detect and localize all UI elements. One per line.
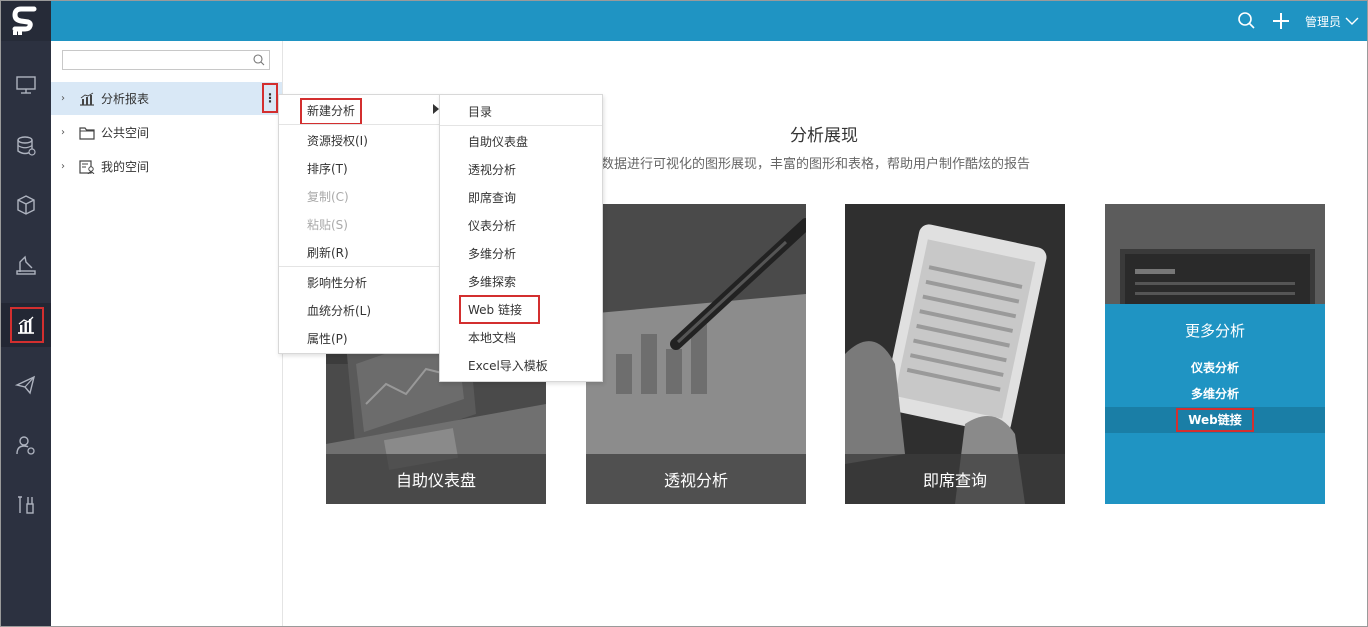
app-window: 管理员 › 分析报表 ⋮ › 公共空间 › 我的空间 分析展现 数据进行可视化的…: [0, 0, 1368, 627]
submenu-item-olap-analysis[interactable]: 多维分析: [468, 240, 516, 268]
logo-icon: [12, 6, 37, 35]
rail-item-monitor[interactable]: [1, 63, 51, 107]
rail-item-publish[interactable]: [1, 363, 51, 407]
top-bar: 管理员: [1, 1, 1367, 41]
paper-plane-icon: [15, 375, 36, 395]
context-menu: 新建分析 资源授权(I) 排序(T) 复制(C) 粘贴(S) 刷新(R) 影响性…: [278, 94, 441, 354]
submenu-item-ad-hoc-query[interactable]: 即席查询: [468, 184, 516, 212]
rail-item-database[interactable]: [1, 124, 51, 168]
rail-item-design[interactable]: [1, 243, 51, 287]
tools-icon: [18, 496, 34, 514]
submenu-item-local-document[interactable]: 本地文档: [468, 324, 516, 352]
new-analysis-submenu: 目录 自助仪表盘 透视分析 即席查询 仪表分析 多维分析 多维探索 Web 链接…: [439, 94, 603, 382]
cube-icon: [17, 195, 35, 215]
chevron-down-icon[interactable]: [1345, 14, 1359, 28]
menu-item-grant[interactable]: 资源授权(I): [307, 127, 368, 155]
card-caption: 自助仪表盘: [326, 454, 546, 504]
menu-item-paste: 粘贴(S): [307, 218, 348, 232]
submenu-item-gauge-analysis[interactable]: 仪表分析: [468, 212, 516, 240]
page-subtitle: 数据进行可视化的图形展现，丰富的图形和表格，帮助用户制作酷炫的报告: [601, 157, 1031, 172]
more-link-gauge-analysis[interactable]: 仪表分析: [1105, 355, 1325, 381]
menu-divider: [279, 124, 440, 125]
tree-node-analysis-reports[interactable]: › 分析报表 ⋮: [51, 82, 282, 115]
menu-divider: [440, 125, 602, 126]
database-icon: [17, 136, 36, 156]
more-link-olap-analysis[interactable]: 多维分析: [1105, 381, 1325, 407]
tree-node-public-space[interactable]: › 公共空间: [51, 116, 282, 149]
resource-tree-panel: › 分析报表 ⋮ › 公共空间 › 我的空间: [51, 41, 283, 626]
more-analysis-panel: 更多分析 仪表分析 多维分析 Web链接: [1105, 304, 1325, 504]
search-icon[interactable]: [253, 54, 265, 66]
menu-divider: [279, 266, 440, 267]
app-logo[interactable]: [1, 1, 51, 41]
user-settings-icon: [16, 436, 35, 455]
more-actions-button[interactable]: ⋮: [262, 83, 278, 113]
submenu-item-olap-explore[interactable]: 多维探索: [468, 268, 516, 296]
highlight-box: [459, 295, 540, 324]
expand-arrow-icon[interactable]: ›: [61, 161, 71, 172]
top-actions: 管理员: [1237, 1, 1367, 41]
submenu-item-pivot-analysis[interactable]: 透视分析: [468, 156, 516, 184]
submenu-item-folder[interactable]: 目录: [468, 98, 492, 126]
pen-ruler-icon: [16, 255, 36, 275]
folder-icon: [79, 126, 95, 140]
more-link-web-link[interactable]: Web链接: [1176, 408, 1254, 432]
menu-item-properties[interactable]: 属性(P): [307, 325, 348, 353]
expand-arrow-icon[interactable]: ›: [61, 93, 71, 104]
menu-item-impact-analysis[interactable]: 影响性分析: [307, 269, 367, 297]
rail-item-analysis[interactable]: [1, 303, 51, 347]
card-pivot-analysis[interactable]: 透视分析: [586, 204, 806, 504]
rail-item-user-admin[interactable]: [1, 423, 51, 467]
expand-arrow-icon[interactable]: ›: [61, 127, 71, 138]
tree-node-my-space[interactable]: › 我的空间: [51, 150, 282, 183]
card-caption: 即席查询: [845, 454, 1065, 504]
rail-item-cube[interactable]: [1, 183, 51, 227]
menu-item-copy: 复制(C): [307, 190, 349, 204]
menu-item-lineage-analysis[interactable]: 血统分析(L): [307, 297, 371, 325]
submenu-item-self-service-dashboard[interactable]: 自助仪表盘: [468, 128, 528, 156]
card-ad-hoc-query[interactable]: 即席查询: [845, 204, 1065, 504]
card-more-analysis[interactable]: 更多分析 仪表分析 多维分析 Web链接: [1105, 204, 1325, 504]
highlight-box: [300, 98, 362, 125]
highlight-box: [10, 307, 44, 343]
tree-node-label: 我的空间: [101, 160, 150, 174]
plus-icon[interactable]: [1271, 11, 1291, 31]
rail-item-tools[interactable]: [1, 483, 51, 527]
tree-search-input[interactable]: [62, 50, 270, 70]
admin-user-label[interactable]: 管理员: [1305, 13, 1341, 30]
more-link-web-link-row[interactable]: Web链接: [1105, 407, 1325, 433]
search-icon[interactable]: [1237, 11, 1257, 31]
more-analysis-title: 更多分析: [1184, 322, 1245, 340]
menu-item-refresh[interactable]: 刷新(R): [307, 239, 349, 267]
chart-icon: [80, 92, 94, 106]
monitor-icon: [16, 76, 36, 94]
user-folder-icon: [79, 159, 95, 174]
card-caption: 透视分析: [586, 454, 806, 504]
page-title: 分析展现: [790, 126, 858, 146]
left-rail: [1, 41, 51, 626]
menu-item-sort[interactable]: 排序(T): [307, 155, 348, 183]
tree-node-label: 公共空间: [101, 126, 150, 140]
tree-node-label: 分析报表: [101, 92, 150, 106]
submenu-item-excel-import-template[interactable]: Excel导入模板: [468, 352, 548, 380]
